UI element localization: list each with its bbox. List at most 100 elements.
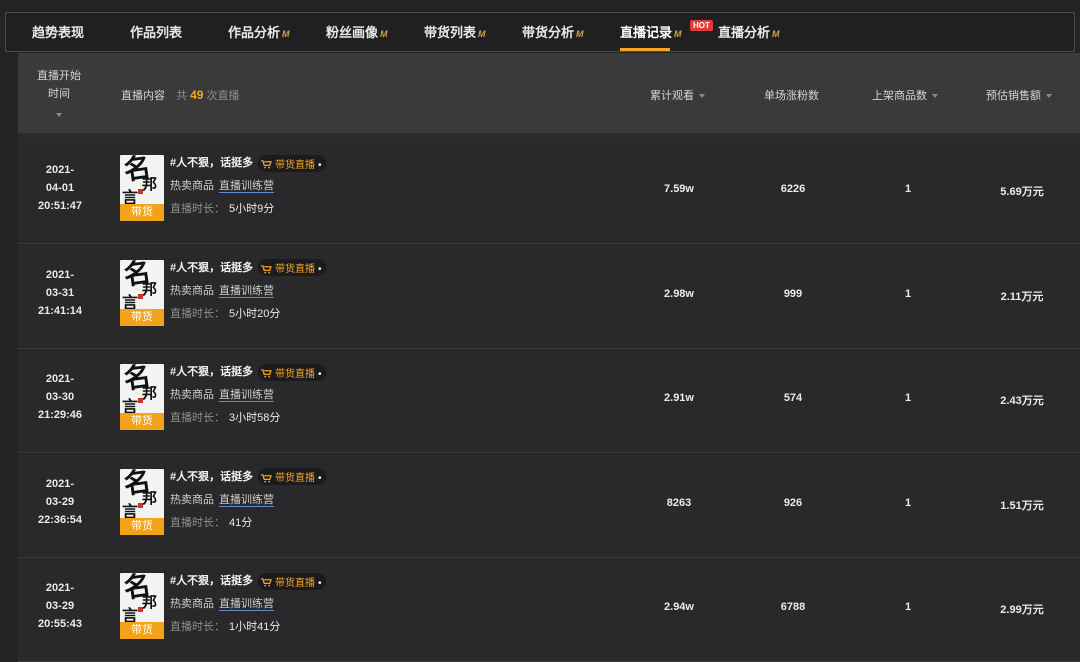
dot-icon: • (317, 368, 322, 380)
tab-live-analysis[interactable]: 直播分析 M (718, 13, 780, 51)
goods-badge: 带货 (120, 204, 164, 221)
live-thumbnail[interactable]: 名 邦 言 带货 (120, 259, 164, 326)
seal-mark (138, 189, 143, 194)
live-type-label: 带货直播 (274, 473, 315, 485)
live-title[interactable]: #人不狠，话挺多 (170, 575, 253, 587)
hot-product-line: 热卖商品 直播训练营 (170, 177, 274, 193)
table-row[interactable]: 2021- 04-01 20:51:47 名 邦 言 带货 #人不狠，话挺多 带… (18, 140, 1080, 244)
pro-icon: M (380, 29, 388, 39)
total-views: 7.59w (664, 183, 694, 195)
start-clock: 20:51:47 (37, 200, 83, 212)
estimated-sales: 5.69万元 (1000, 186, 1044, 198)
hot-product-link[interactable]: 直播训练营 (219, 284, 274, 298)
fans-gained: 6788 (780, 601, 806, 613)
seal-mark (138, 502, 143, 508)
start-time: 2021- 03-29 22:36:54 (18, 475, 102, 529)
tab-label: 粉丝画像 (326, 25, 379, 40)
dot-icon: • (317, 577, 322, 589)
live-type-tag: 带货直播 • (258, 363, 327, 381)
tab-trend[interactable]: 趋势表现 (32, 13, 84, 51)
live-thumbnail[interactable]: 名 邦 言 带货 (120, 364, 164, 430)
live-title[interactable]: #人不狠，话挺多 (170, 471, 253, 483)
hot-product-label: 热卖商品 (170, 180, 214, 192)
pro-icon: M (576, 29, 584, 39)
start-date: 03-31 (45, 286, 75, 299)
column-products[interactable]: 上架商品数 (872, 87, 938, 103)
tab-works-list[interactable]: 作品列表 (130, 13, 182, 51)
hot-product-line: 热卖商品 直播训练营 (170, 282, 274, 298)
total-views: 2.98w (664, 287, 694, 300)
table-row[interactable]: 2021- 03-29 22:36:54 名 邦 言 带货 #人不狠，话挺多 带… (18, 453, 1080, 558)
tab-goods-list[interactable]: 带货列表 M (424, 13, 486, 51)
duration-value: 5小时9分 (229, 203, 275, 215)
duration-label: 直播时长： (170, 412, 225, 424)
product-count: 1 (904, 496, 912, 509)
hot-product-link[interactable]: 直播训练营 (219, 598, 274, 611)
estimated-sales: 2.11万元 (1000, 290, 1044, 303)
tab-fans-profile[interactable]: 粉丝画像 M (326, 13, 388, 51)
cart-icon (261, 160, 273, 170)
start-year: 2021- (45, 477, 75, 490)
duration-value: 1小时41分 (229, 621, 281, 633)
thumbnail-calligraphy: 邦 (142, 279, 158, 298)
live-title-line: #人不狠，话挺多 带货直播 • (170, 468, 327, 486)
live-type-tag: 带货直播 • (258, 154, 327, 172)
live-thumbnail[interactable]: 名 邦 言 带货 (120, 155, 164, 221)
tab-label: 作品分析 (228, 25, 281, 40)
live-title-line: #人不狠，话挺多 带货直播 • (170, 363, 327, 381)
hot-product-link[interactable]: 直播训练营 (219, 493, 274, 507)
count-suffix: 次直播 (206, 90, 240, 102)
live-type-tag: 带货直播 • (258, 572, 327, 590)
start-clock: 21:29:46 (37, 409, 83, 421)
duration-label: 直播时长： (170, 307, 225, 320)
duration-value: 3小时58分 (229, 412, 281, 424)
hot-product-line: 热卖商品 直播训练营 (170, 595, 274, 611)
pro-icon: M (674, 29, 682, 39)
product-count: 1 (904, 392, 912, 404)
column-sales[interactable]: 预估销售额 (986, 87, 1052, 103)
table-row[interactable]: 2021- 03-31 21:41:14 名 邦 言 带货 #人不狠，话挺多 带… (18, 244, 1080, 349)
live-type-label: 带货直播 (274, 368, 315, 380)
live-title[interactable]: #人不狠，话挺多 (170, 262, 253, 274)
duration-label: 直播时长： (170, 516, 225, 529)
start-date: 03-29 (45, 495, 75, 508)
column-label: 上架商品数 (872, 90, 927, 102)
total-views: 8263 (666, 496, 692, 509)
thumbnail-calligraphy: 邦 (142, 593, 158, 611)
live-thumbnail[interactable]: 名 邦 言 带货 (120, 573, 164, 639)
live-thumbnail[interactable]: 名 邦 言 带货 (120, 468, 164, 535)
tab-goods-analysis[interactable]: 带货分析 M (522, 13, 584, 51)
start-time: 2021- 04-01 20:51:47 (18, 161, 102, 215)
hot-badge: HOT (690, 20, 713, 31)
live-title[interactable]: #人不狠，话挺多 (170, 366, 253, 378)
goods-badge: 带货 (120, 413, 164, 430)
dot-icon: • (317, 473, 322, 485)
column-fans: 单场涨粉数 (764, 87, 819, 103)
dot-icon: • (317, 159, 322, 171)
live-type-label: 带货直播 (274, 577, 315, 589)
table-row[interactable]: 2021- 03-30 21:29:46 名 邦 言 带货 #人不狠，话挺多 带… (18, 349, 1080, 453)
column-label: 单场涨粉数 (764, 90, 819, 102)
tab-live-records[interactable]: 直播记录 M (620, 13, 682, 51)
sort-down-icon (699, 94, 705, 99)
duration-line: 直播时长： 41分 (170, 514, 252, 530)
start-time: 2021- 03-30 21:29:46 (18, 370, 102, 424)
column-views[interactable]: 累计观看 (650, 87, 705, 103)
tab-works-analysis[interactable]: 作品分析 M (228, 13, 290, 51)
column-start-time[interactable]: 直播开始时间 (34, 67, 84, 124)
hot-product-link[interactable]: 直播训练营 (219, 389, 274, 402)
live-title-line: #人不狠，话挺多 带货直播 • (170, 154, 327, 172)
pro-icon: M (282, 29, 290, 39)
live-type-label: 带货直播 (274, 159, 315, 171)
live-type-tag: 带货直播 • (258, 468, 327, 486)
table-row[interactable]: 2021- 03-29 20:55:43 名 邦 言 带货 #人不狠，话挺多 带… (18, 558, 1080, 662)
total-views: 2.91w (664, 392, 694, 404)
live-title[interactable]: #人不狠，话挺多 (170, 157, 253, 169)
product-count: 1 (904, 601, 912, 613)
cart-icon (261, 474, 273, 483)
live-title-line: #人不狠，话挺多 带货直播 • (170, 259, 327, 277)
dot-icon: • (317, 264, 322, 276)
count-prefix: 共 (176, 90, 188, 102)
hot-product-link[interactable]: 直播训练营 (219, 180, 274, 193)
goods-badge: 带货 (120, 517, 164, 535)
